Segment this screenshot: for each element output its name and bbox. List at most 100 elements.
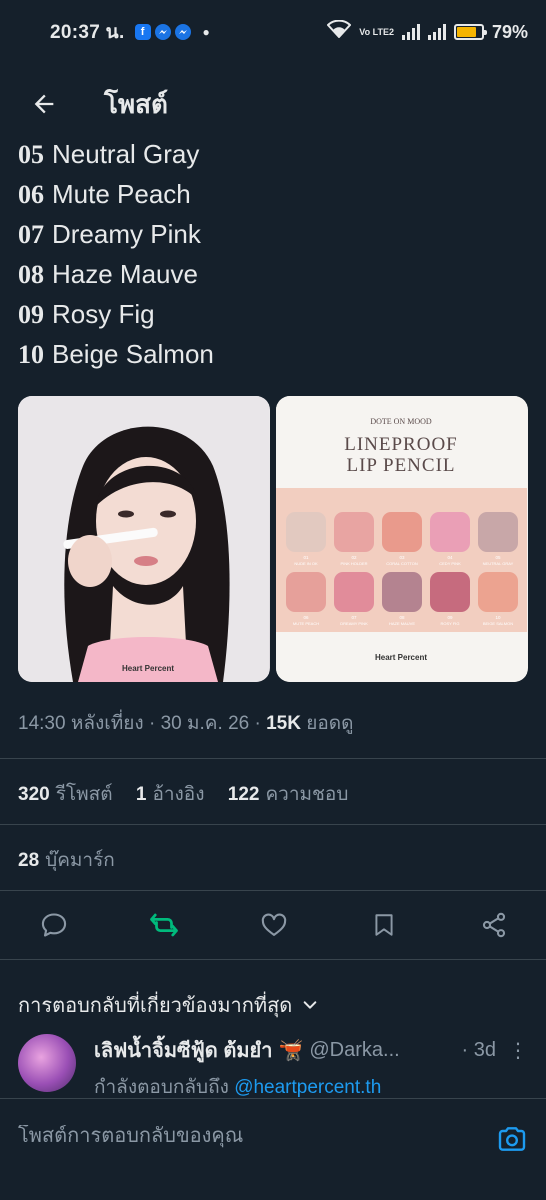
lip-pencil-swatch-image[interactable]: DOTE ON MOOD LINEPROOF LIP PENCIL 01 NUDE… bbox=[276, 396, 528, 682]
swatch-label: 05 bbox=[495, 555, 501, 560]
share-icon bbox=[482, 912, 506, 938]
chevron-down-icon bbox=[303, 1001, 317, 1009]
likes-stat[interactable]: 122 ความชอบ bbox=[228, 784, 349, 805]
clock: 20:37 น. bbox=[50, 22, 125, 43]
swatch-label: 03 bbox=[399, 555, 405, 560]
post-meta: 14:30 หลังเที่ยง · 30 ม.ค. 26 · 15K ยอดด… bbox=[18, 713, 354, 734]
battery-percent: 79% bbox=[491, 21, 528, 42]
post-detail: 05 Neutral Gray 06 Mute Peach 07 Dreamy Pin… bbox=[0, 138, 546, 1200]
camera-icon bbox=[498, 1127, 526, 1151]
volte-indicator: Vo LTE2 bbox=[359, 26, 394, 37]
avatar[interactable] bbox=[18, 1034, 76, 1092]
reposts-stat[interactable]: 320 รีโพสต์ bbox=[18, 784, 113, 805]
quotes-stat[interactable]: 1 อ้างอิง bbox=[136, 784, 205, 805]
shade-line: 10 Beige Salmon bbox=[18, 339, 214, 369]
swatch-name: CORAL COTTON bbox=[386, 561, 418, 566]
bookmark-icon bbox=[375, 914, 393, 936]
reply-sort-dropdown[interactable]: การตอบกลับที่เกี่ยวข้องมากที่สุด bbox=[0, 960, 546, 1030]
fondue-emoji: 🫕 bbox=[278, 1039, 304, 1062]
swatch-label: 07 bbox=[351, 615, 357, 620]
reply-composer bbox=[0, 1098, 546, 1200]
reply-author-name[interactable]: เลิฟน้ำจิ้มซีฟู้ด ต้มยำ bbox=[94, 1034, 272, 1066]
reply-author-handle[interactable]: @Darka... bbox=[309, 1039, 399, 1062]
swatch-10 bbox=[478, 572, 518, 612]
brand-watermark: Heart Percent bbox=[122, 664, 174, 673]
reply-input[interactable] bbox=[18, 1125, 496, 1148]
product-title-1: LINEPROOF bbox=[344, 434, 458, 455]
swatch-name: DREAMY PINK bbox=[340, 621, 368, 626]
reply-item[interactable]: เลิฟน้ำจิ้มซีฟู้ด ต้มยำ 🫕 @Darka... · 3d… bbox=[0, 1030, 546, 1102]
swatch-name: HAZE MAUVE bbox=[389, 621, 415, 626]
shade-line: 05 Neutral Gray bbox=[18, 139, 200, 169]
swatch-03 bbox=[382, 512, 422, 552]
swatch-name: PINK HOLDER bbox=[340, 561, 367, 566]
swatch-label: 01 bbox=[303, 555, 309, 560]
swatch-name: NEUTRAL GRAY bbox=[483, 561, 514, 566]
swatch-label: 10 bbox=[495, 615, 501, 620]
brand-watermark: Heart Percent bbox=[375, 653, 427, 662]
swatch-02 bbox=[334, 512, 374, 552]
media-gallery: Heart Percent DOTE ON MOOD LINEPROOF LIP… bbox=[18, 396, 528, 682]
swatch-05 bbox=[478, 512, 518, 552]
swatch-name: MUTE PEACH bbox=[293, 621, 319, 626]
view-count: 15K bbox=[266, 713, 301, 734]
heart-icon bbox=[261, 913, 287, 936]
swatch-name: CEDY PINK bbox=[439, 561, 461, 566]
post-text: 05 Neutral Gray 06 Mute Peach 07 Dreamy Pin… bbox=[0, 138, 546, 374]
status-bar: 20:37 น. f ● Vo LTE2 79% bbox=[0, 0, 546, 64]
swatch-label: 02 bbox=[351, 555, 357, 560]
swatch-08 bbox=[382, 572, 422, 612]
battery-level bbox=[456, 27, 476, 37]
swatch-06 bbox=[286, 572, 326, 612]
swatch-name: NUDE IN OK bbox=[294, 561, 318, 566]
messenger-icon bbox=[154, 24, 171, 40]
more-notifications-dot: ● bbox=[202, 25, 210, 39]
swatch-label: 04 bbox=[447, 555, 453, 560]
messenger-icon bbox=[174, 24, 191, 40]
more-options-icon[interactable]: ⋮ bbox=[508, 1038, 528, 1063]
like-button[interactable] bbox=[258, 909, 290, 941]
notification-icons: f ● bbox=[134, 24, 210, 40]
swatch-01 bbox=[286, 512, 326, 552]
signal-icon bbox=[401, 24, 420, 40]
engagement-stats: 320 รีโพสต์ 1 อ้างอิง 122 ความชอบ bbox=[0, 758, 546, 824]
swatch-04 bbox=[430, 512, 470, 552]
product-line: DOTE ON MOOD bbox=[370, 417, 432, 426]
post-time: 14:30 หลังเที่ยง bbox=[18, 713, 144, 734]
camera-button[interactable] bbox=[496, 1123, 528, 1155]
swatch-label: 08 bbox=[399, 615, 405, 620]
shade-line: 07 Dreamy Pink bbox=[18, 219, 201, 249]
arrow-left-icon bbox=[34, 94, 54, 114]
view-label: ยอดดู bbox=[306, 713, 354, 734]
share-button[interactable] bbox=[478, 909, 510, 941]
back-button[interactable] bbox=[22, 82, 66, 126]
battery-icon bbox=[453, 24, 487, 40]
swatch-name: ROSY FIG bbox=[440, 621, 459, 626]
action-bar bbox=[0, 890, 546, 960]
facebook-icon: f bbox=[134, 24, 151, 40]
swatch-label: 06 bbox=[303, 615, 309, 620]
reply-icon bbox=[41, 913, 67, 937]
bookmark-button[interactable] bbox=[368, 909, 400, 941]
page-title: โพสต์ bbox=[104, 88, 168, 119]
repost-button[interactable] bbox=[148, 909, 180, 941]
swatch-label: 09 bbox=[447, 615, 453, 620]
mention-link[interactable]: @heartpercent.th bbox=[234, 1077, 381, 1098]
reply-button[interactable] bbox=[38, 909, 70, 941]
top-bar: โพสต์ bbox=[0, 64, 546, 144]
post-date: 30 ม.ค. 26 bbox=[160, 713, 250, 734]
reply-time: · 3d bbox=[461, 1038, 496, 1061]
model-photo[interactable]: Heart Percent bbox=[18, 396, 270, 682]
shade-line: 09 Rosy Fig bbox=[18, 299, 155, 329]
product-title-2: LIP PENCIL bbox=[346, 455, 455, 476]
shade-line: 06 Mute Peach bbox=[18, 179, 191, 209]
bookmarks-stat[interactable]: 28 บุ๊คมาร์ก bbox=[0, 824, 546, 890]
wifi-icon bbox=[326, 19, 352, 44]
shade-line: 08 Haze Mauve bbox=[18, 259, 198, 289]
swatch-07 bbox=[334, 572, 374, 612]
repost-icon bbox=[150, 913, 178, 937]
swatch-09 bbox=[430, 572, 470, 612]
signal-icon-sim2 bbox=[427, 24, 446, 40]
reply-sort-label: การตอบกลับที่เกี่ยวข้องมากที่สุด bbox=[18, 995, 293, 1017]
swatch-name: BEIGE SALMON bbox=[483, 621, 513, 626]
